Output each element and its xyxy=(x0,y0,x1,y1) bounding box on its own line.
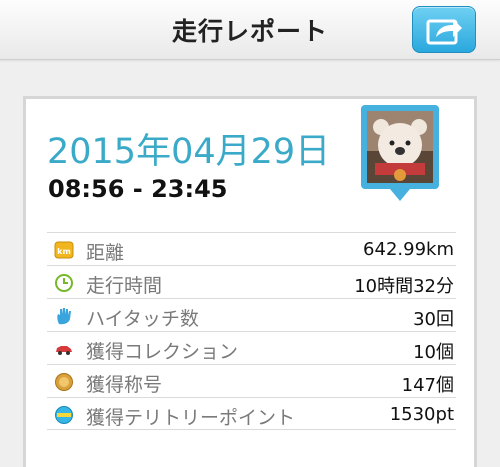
clock-icon xyxy=(54,273,74,293)
stat-value: 10個 xyxy=(413,342,454,363)
stat-row-distance: km 距離 642.99km xyxy=(47,232,456,265)
stat-value: 10時間32分 xyxy=(354,276,454,297)
stat-label: 走行時間 xyxy=(86,275,163,297)
stat-label: 獲得称号 xyxy=(86,374,163,396)
stat-value: 147個 xyxy=(401,375,454,396)
car-icon xyxy=(54,339,74,359)
hand-icon xyxy=(54,306,74,326)
stat-label: 獲得コレクション xyxy=(86,341,239,363)
share-button[interactable] xyxy=(412,6,476,53)
report-time-range: 08:56 - 23:45 xyxy=(48,175,228,203)
svg-text:km: km xyxy=(57,247,71,256)
stat-label: 距離 xyxy=(86,242,125,264)
km-icon: km xyxy=(54,240,74,260)
avatar[interactable] xyxy=(361,105,439,213)
stat-row-high-touch: ハイタッチ数 30回 xyxy=(47,298,456,331)
stat-label: 獲得テリトリーポイント xyxy=(86,407,296,429)
stat-row-collection: 獲得コレクション 10個 xyxy=(47,331,456,364)
stat-row-drive-time: 走行時間 10時間32分 xyxy=(47,265,456,298)
share-arrow-icon xyxy=(426,19,462,45)
report-card: 2015年04月29日 08:56 - 23:45 km 距離 642.99km… xyxy=(23,96,477,467)
header-bar: 走行レポート xyxy=(0,0,500,60)
territory-icon xyxy=(54,405,74,425)
stat-row-territory: 獲得テリトリーポイント 1530pt xyxy=(47,397,456,430)
stat-label: ハイタッチ数 xyxy=(86,308,199,330)
stat-value: 642.99km xyxy=(363,239,454,260)
bear-avatar-icon xyxy=(367,111,433,183)
stats-list: km 距離 642.99km 走行時間 10時間32分 ハイタッチ数 30回 獲… xyxy=(47,232,456,430)
report-date: 2015年04月29日 xyxy=(47,132,331,172)
medal-icon xyxy=(54,372,74,392)
stat-value: 30回 xyxy=(413,309,454,330)
stat-row-titles: 獲得称号 147個 xyxy=(47,364,456,397)
stat-value: 1530pt xyxy=(389,404,454,425)
